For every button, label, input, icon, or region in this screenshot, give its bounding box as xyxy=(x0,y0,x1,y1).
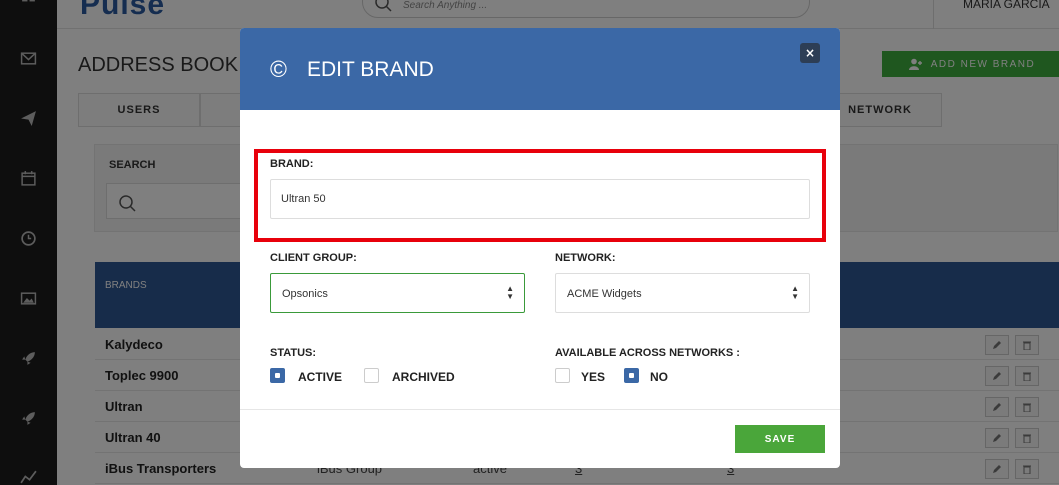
brand-label: BRAND: xyxy=(270,158,314,170)
updown-arrow-icon: ▲ ▼ xyxy=(791,284,799,301)
available-no-checkbox[interactable] xyxy=(624,368,639,383)
save-button[interactable]: SAVE xyxy=(735,425,825,453)
brand-input[interactable] xyxy=(270,179,810,219)
modal-header: © EDIT BRAND × xyxy=(240,28,840,110)
updown-arrow-icon: ▲ ▼ xyxy=(506,284,514,301)
status-archived-label[interactable]: ARCHIVED xyxy=(392,370,455,384)
status-label: STATUS: xyxy=(270,347,317,359)
close-button[interactable]: × xyxy=(800,43,820,63)
copyright-icon: © xyxy=(270,56,287,82)
modal-title: EDIT BRAND xyxy=(307,58,434,81)
network-value: ACME Widgets xyxy=(567,288,642,300)
available-yes-checkbox[interactable] xyxy=(555,368,570,383)
client-group-label: CLIENT GROUP: xyxy=(270,252,357,264)
network-select[interactable]: ACME Widgets ▲ ▼ xyxy=(555,273,810,313)
modal-footer-divider xyxy=(240,409,840,410)
available-yes-label[interactable]: YES xyxy=(581,370,605,384)
status-active-label[interactable]: ACTIVE xyxy=(298,370,342,384)
edit-brand-modal: © EDIT BRAND × BRAND: CLIENT GROUP: Opso… xyxy=(240,28,840,468)
client-group-select[interactable]: Opsonics ▲ ▼ xyxy=(270,273,525,313)
client-group-value: Opsonics xyxy=(282,288,328,300)
status-active-checkbox[interactable] xyxy=(270,368,285,383)
available-across-networks-label: AVAILABLE ACROSS NETWORKS : xyxy=(555,347,740,359)
network-label: NETWORK: xyxy=(555,252,616,264)
available-no-label[interactable]: NO xyxy=(650,370,668,384)
status-archived-checkbox[interactable] xyxy=(364,368,379,383)
